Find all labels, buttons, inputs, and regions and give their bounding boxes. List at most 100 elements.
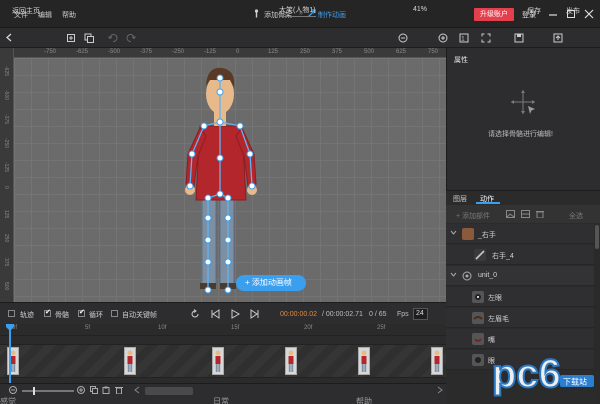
ruler-tick-label: 625 <box>396 49 407 55</box>
watermark-logo: pc6 下载站 <box>488 345 596 399</box>
timeline-tick-label: 25f <box>377 325 386 331</box>
fullscreen-icon[interactable] <box>481 33 491 43</box>
tab-layers[interactable]: 图层 <box>453 194 467 204</box>
timeline-zoom-knob[interactable] <box>33 387 35 395</box>
layer-row[interactable]: 右手_4 <box>446 245 596 265</box>
loop-checkbox[interactable] <box>78 308 85 317</box>
add-part-button[interactable]: + 添加部件 <box>456 211 490 221</box>
paste-frame-icon[interactable] <box>102 386 110 394</box>
add-animation-frame-button[interactable]: + 添加动画帧 <box>236 275 306 291</box>
delete-icon[interactable] <box>536 210 544 218</box>
watermark-sub: 下载站 <box>563 377 587 387</box>
scroll-right-icon[interactable] <box>437 386 443 394</box>
character-figure[interactable] <box>14 58 446 302</box>
undo-icon[interactable] <box>108 33 118 43</box>
ruler-tick-label: -250 <box>172 49 185 55</box>
layer-label: unit_0 <box>478 272 498 279</box>
chevron-left-icon[interactable] <box>6 33 12 42</box>
properties-panel <box>446 48 600 190</box>
layer-scrollbar-thumb[interactable] <box>595 225 599 249</box>
ruler-tick-label: -125 <box>204 49 217 55</box>
ruler-tick-label: 125 <box>3 210 9 219</box>
redo-icon[interactable] <box>126 33 136 43</box>
save-button[interactable]: 保存 <box>527 6 541 16</box>
upgrade-account-button[interactable]: 升级账户 <box>474 8 514 21</box>
timeline-scrollbar-thumb[interactable] <box>145 387 193 395</box>
keyframe-thumbnail[interactable] <box>124 347 136 375</box>
collapse-chevron-icon[interactable] <box>450 272 457 278</box>
layer-label: 嘴 <box>488 337 495 344</box>
plus-icon: + <box>245 278 252 287</box>
frame-counter: 0 / 65 <box>369 311 387 318</box>
keyframe-thumbnail[interactable] <box>212 347 224 375</box>
replay-icon[interactable] <box>190 309 200 319</box>
playhead[interactable] <box>9 325 11 383</box>
layer-thumbnail <box>462 228 474 240</box>
loop-label: 循环 <box>89 312 103 319</box>
keyframe-thumbnail[interactable] <box>285 347 297 375</box>
ruler-vertical: -625 -500 -375 -250 -125 0 125 250 375 500 <box>0 48 14 302</box>
ruler-tick-label: 0 <box>3 186 9 189</box>
previous-frame-icon[interactable] <box>210 309 220 319</box>
delete-frame-icon[interactable] <box>115 386 123 394</box>
auto-keyframe-label: 自动关键帧 <box>122 312 157 319</box>
mouth-part-thumbnail <box>472 333 484 345</box>
layers-icon[interactable] <box>521 210 530 218</box>
layer-row[interactable]: unit_0 <box>446 266 596 286</box>
peek-text: 帮助 <box>356 397 372 404</box>
ruler-tick-label: -500 <box>3 90 9 101</box>
layer-label: 左眉毛 <box>488 316 509 323</box>
new-file-icon[interactable] <box>66 33 76 43</box>
ruler-tick-label: -375 <box>3 114 9 125</box>
ruler-tick-label: -625 <box>76 49 89 55</box>
copy-icon[interactable] <box>84 33 94 43</box>
layer-row[interactable]: 左眉毛 <box>446 308 596 328</box>
document-title[interactable]: 大笑(人物1) <box>279 5 316 17</box>
close-icon[interactable] <box>582 7 596 21</box>
next-frame-icon[interactable] <box>250 309 260 319</box>
menu-edit[interactable]: 编辑 <box>38 10 52 20</box>
back-home-button[interactable]: 返回主页 <box>12 6 40 16</box>
layer-row[interactable]: 左眼 <box>446 287 596 307</box>
ruler-tick-label: 0 <box>236 49 240 55</box>
properties-hint: 请选择骨骼进行编辑! <box>488 131 553 138</box>
copy-frame-icon[interactable] <box>90 386 98 394</box>
scroll-left-icon[interactable] <box>134 386 140 394</box>
add-animation-frame-label: 添加动画帧 <box>251 278 292 287</box>
keyframe-thumbnail[interactable] <box>431 347 443 375</box>
save-icon[interactable] <box>514 33 524 43</box>
ruler-tick-label: 500 <box>3 282 9 291</box>
publish-icon[interactable] <box>553 33 563 43</box>
menu-help[interactable]: 帮助 <box>62 10 76 20</box>
group-icon <box>462 271 472 281</box>
eyebrow-part-thumbnail <box>472 312 484 324</box>
play-icon[interactable] <box>230 309 240 319</box>
select-all-button[interactable]: 全选 <box>569 211 583 221</box>
keyframe-thumbnail[interactable] <box>358 347 370 375</box>
track-checkbox[interactable] <box>8 310 15 317</box>
timeline-zoom-in-icon[interactable] <box>77 386 85 394</box>
auto-keyframe-checkbox[interactable] <box>111 310 118 317</box>
bone-select-icon <box>508 87 538 117</box>
zoom-in-icon[interactable] <box>438 33 448 43</box>
ruler-tick-label: 125 <box>268 49 279 55</box>
fps-input[interactable]: 24 <box>413 308 428 320</box>
minimize-icon[interactable] <box>546 7 560 21</box>
publish-button[interactable]: 发布 <box>566 6 580 16</box>
layer-label: 右手_4 <box>492 253 514 260</box>
image-icon[interactable] <box>506 210 515 218</box>
peek-text: 感觉 <box>0 397 16 404</box>
timeline-zoom-out-icon[interactable] <box>9 386 17 394</box>
layer-row[interactable]: _右手 <box>446 224 596 244</box>
breadcrumb-step-make-animation[interactable]: 制作动画 <box>318 10 346 20</box>
properties-title: 属性 <box>454 57 468 64</box>
timeline-ruler[interactable]: 0f 5f 10f 15f 20f 25f <box>0 324 446 336</box>
zoom-out-icon[interactable] <box>398 33 408 43</box>
active-tab-indicator <box>476 202 500 204</box>
fit-screen-icon[interactable]: 1 <box>459 33 469 43</box>
playhead-marker-icon[interactable] <box>6 324 14 331</box>
collapse-chevron-icon[interactable] <box>450 230 457 236</box>
bone-thumbnail <box>474 249 486 261</box>
bones-checkbox[interactable] <box>44 308 51 317</box>
timeline-zoom-slider[interactable] <box>22 390 74 392</box>
